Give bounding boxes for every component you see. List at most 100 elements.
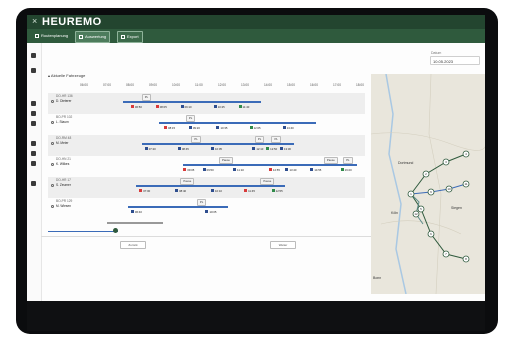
driver-name: M. Wiesen	[56, 204, 72, 208]
stop-marker[interactable]	[271, 189, 275, 192]
map-stop-number: 10	[447, 187, 451, 191]
route-bar[interactable]	[122, 101, 261, 103]
stop-marker[interactable]	[268, 168, 272, 171]
user-icon[interactable]	[31, 121, 36, 126]
printer-icon[interactable]	[31, 141, 36, 146]
route-bar[interactable]	[141, 143, 294, 145]
row-select-radio[interactable]	[51, 142, 54, 145]
stop-marker[interactable]	[282, 126, 286, 129]
stop-marker[interactable]	[175, 189, 179, 192]
tab-auswertung[interactable]: Auswertung	[75, 31, 111, 43]
vehicle-plate: BO-PR 129	[56, 199, 73, 203]
stop-marker[interactable]	[266, 147, 270, 150]
stop-time: 14:55	[314, 167, 322, 172]
wrench-icon[interactable]	[31, 181, 36, 186]
vehicle-plate: DO-HR 17	[56, 178, 71, 182]
stop-marker[interactable]	[213, 105, 217, 108]
truck-icon[interactable]	[31, 68, 36, 73]
calendar-icon[interactable]	[31, 151, 36, 156]
stop-time: 07:00	[143, 188, 151, 193]
stop-time: 11:45	[248, 188, 255, 193]
vehicle-plate: BO-PR 102	[56, 115, 73, 119]
row-select-radio[interactable]	[51, 163, 54, 166]
route-bar[interactable]	[128, 206, 228, 208]
status-chip[interactable]: PL	[196, 199, 207, 206]
stop-marker[interactable]	[216, 126, 220, 129]
time-tick: 16:00	[310, 83, 318, 87]
vehicle-row[interactable]: BO-PR 102 L. Staum PL 08:15 09:20 10:35 12:05 1…	[48, 114, 365, 135]
vehicle-plate: DO-RM 48	[56, 136, 72, 140]
zoom-slider-handle[interactable]	[113, 228, 118, 233]
route-bar[interactable]	[183, 164, 358, 166]
vehicle-row[interactable]: DO-HN 21 K. Wilkes Pause Pause PL 09:05 09:50 1…	[48, 156, 365, 177]
stop-marker[interactable]	[130, 210, 134, 213]
stop-marker[interactable]	[310, 168, 314, 171]
status-chip[interactable]: Pause	[180, 178, 195, 185]
status-chip[interactable]: PL	[343, 157, 353, 164]
stop-marker[interactable]	[155, 105, 159, 108]
row-select-radio[interactable]	[51, 184, 54, 187]
menu-icon[interactable]	[31, 53, 36, 58]
status-chip[interactable]: PL	[254, 136, 265, 143]
horizontal-scrollbar[interactable]	[107, 222, 163, 224]
vehicle-row[interactable]: DO-RM 48 M. Meier PL PL PL 07:20 08:45 10:05 12:…	[48, 135, 365, 156]
time-tick: 14:00	[264, 83, 272, 87]
stop-marker[interactable]	[252, 147, 256, 150]
stop-marker[interactable]	[233, 168, 237, 171]
route-map[interactable]: 123456789101112 Dortmund Köln Siegen Bon…	[371, 74, 485, 294]
vehicle-row[interactable]: DO-HR 136 D. Dieterer PL 06:50 08:05 09:10 10:…	[48, 93, 365, 114]
vehicle-row[interactable]: BO-PR 129 M. Wiesen PL 06:40 10:05	[48, 198, 365, 219]
stop-marker[interactable]	[244, 189, 248, 192]
driver-name: L. Staum	[56, 120, 69, 124]
time-axis: 06:00 07:00 08:00 09:00 10:00 11:00 12:00 13:00…	[48, 83, 365, 91]
stop-marker[interactable]	[285, 168, 289, 171]
close-icon[interactable]: ×	[32, 16, 37, 26]
status-chip[interactable]: PL	[141, 94, 152, 101]
stop-marker[interactable]	[188, 126, 192, 129]
next-button[interactable]: Weiter	[270, 241, 296, 249]
tab-label: Auswertung	[85, 34, 107, 39]
tab-routenplanung[interactable]: Routenplanung	[32, 31, 72, 41]
stop-marker[interactable]	[183, 168, 187, 171]
driver-name: M. Meier	[56, 141, 69, 145]
stop-marker[interactable]	[139, 189, 143, 192]
stop-marker[interactable]	[130, 105, 134, 108]
stop-marker[interactable]	[279, 147, 283, 150]
stop-marker[interactable]	[340, 168, 344, 171]
city-label: Köln	[391, 211, 398, 215]
driver-name: S. Zeumer	[56, 183, 71, 187]
stop-marker[interactable]	[205, 210, 209, 213]
stop-marker[interactable]	[210, 147, 214, 150]
stop-marker[interactable]	[144, 147, 148, 150]
vehicle-row[interactable]: DO-HR 17 S. Zeumer Pause Pause 07:00 08:40 10:…	[48, 177, 365, 198]
status-chip[interactable]: PL	[271, 136, 281, 143]
panel-title-text: Aktuelle Fahrzeuge	[50, 73, 86, 78]
status-chip[interactable]: Pause	[260, 178, 275, 185]
status-chip[interactable]: Pause	[323, 157, 338, 164]
status-chip[interactable]: PL	[185, 115, 196, 122]
status-chip[interactable]: Pause	[219, 157, 233, 164]
stop-marker[interactable]	[238, 105, 242, 108]
route-icon	[35, 33, 39, 38]
route-icon[interactable]	[31, 101, 36, 106]
person-icon[interactable]	[31, 161, 36, 166]
date-field[interactable]: 10.05.2023	[430, 56, 480, 65]
stop-marker[interactable]	[177, 147, 181, 150]
stop-marker[interactable]	[202, 168, 206, 171]
prev-button[interactable]: Zurück	[120, 241, 146, 249]
stop-marker[interactable]	[210, 189, 214, 192]
stop-time: 10:35	[220, 125, 228, 130]
row-select-radio[interactable]	[51, 205, 54, 208]
stop-marker[interactable]	[249, 126, 253, 129]
route-bar[interactable]	[136, 185, 286, 187]
tab-export[interactable]: Export	[117, 31, 143, 43]
stop-time: 09:10	[184, 104, 192, 109]
map-stop-number: 12	[414, 212, 418, 216]
route-bar[interactable]	[158, 122, 316, 124]
row-select-radio[interactable]	[51, 100, 54, 103]
status-chip[interactable]: PL	[191, 136, 201, 143]
row-select-radio[interactable]	[51, 121, 54, 124]
stop-marker[interactable]	[180, 105, 184, 108]
pin-icon[interactable]	[31, 111, 36, 116]
stop-marker[interactable]	[164, 126, 168, 129]
